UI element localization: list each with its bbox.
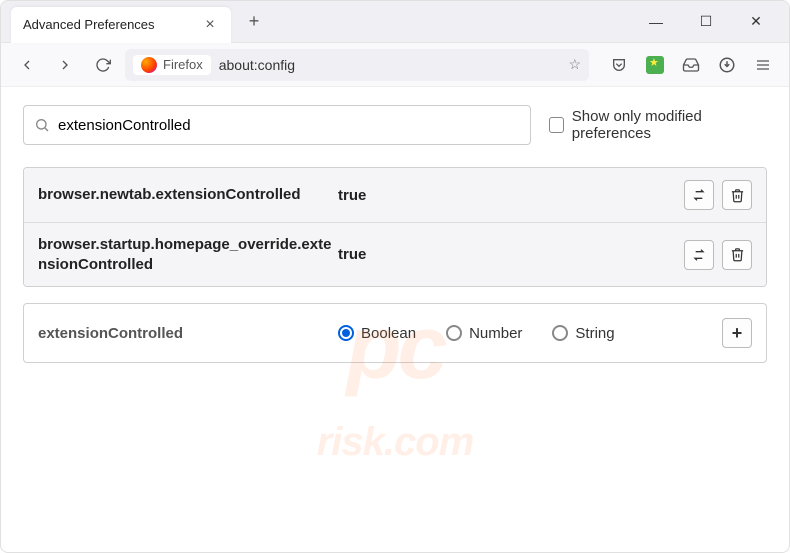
radio-string[interactable]: String (552, 325, 614, 342)
toggle-icon (691, 247, 707, 263)
trash-icon (730, 188, 745, 203)
download-icon (718, 56, 736, 74)
firefox-label: Firefox (163, 57, 203, 72)
preference-value: true (338, 246, 418, 263)
close-window-button[interactable]: ✕ (741, 7, 771, 37)
window-frame: Advanced Preferences × + — ☐ ✕ Firefox a… (0, 0, 790, 553)
menu-button[interactable] (747, 49, 779, 81)
navbar: Firefox about:config ☆ (1, 43, 789, 87)
type-radio-group: Boolean Number String (338, 325, 615, 342)
delete-button[interactable] (722, 180, 752, 210)
add-preference-button[interactable]: + (722, 318, 752, 348)
search-box[interactable] (23, 105, 531, 145)
search-input[interactable] (58, 117, 520, 134)
tab-title: Advanced Preferences (23, 17, 155, 32)
trash-icon (730, 247, 745, 262)
only-modified-label: Show only modified preferences (572, 108, 767, 142)
new-tab-button[interactable]: + (239, 7, 269, 37)
radio-icon (338, 325, 354, 341)
checkbox-icon (549, 117, 564, 133)
content-area: Show only modified preferences browser.n… (1, 87, 789, 381)
titlebar: Advanced Preferences × + — ☐ ✕ (1, 1, 789, 43)
pocket-button[interactable] (603, 49, 635, 81)
extension-icon (646, 56, 664, 74)
pocket-icon (611, 57, 627, 73)
close-tab-icon[interactable]: × (201, 16, 219, 34)
create-name: extensionControlled (38, 325, 338, 342)
forward-icon (57, 57, 73, 73)
delete-button[interactable] (722, 240, 752, 270)
minimize-icon: — (649, 14, 663, 30)
address-bar[interactable]: Firefox about:config ☆ (125, 49, 589, 81)
toggle-icon (691, 187, 707, 203)
create-add-wrap: + (722, 318, 752, 348)
back-icon (19, 57, 35, 73)
radio-icon (552, 325, 568, 341)
toggle-button[interactable] (684, 240, 714, 270)
maximize-icon: ☐ (700, 13, 713, 30)
plus-icon: + (732, 323, 743, 344)
inbox-icon (682, 56, 700, 74)
browser-tab[interactable]: Advanced Preferences × (11, 7, 231, 43)
reload-icon (95, 57, 111, 73)
preference-value: true (338, 187, 418, 204)
preference-actions (684, 240, 752, 270)
create-preference-row: extensionControlled Boolean Number Strin… (23, 303, 767, 363)
radio-label: Boolean (361, 325, 416, 342)
radio-label: Number (469, 325, 522, 342)
bookmark-star-icon[interactable]: ☆ (568, 56, 581, 73)
back-button[interactable] (11, 49, 43, 81)
maximize-button[interactable]: ☐ (691, 7, 721, 37)
url-text: about:config (219, 57, 295, 73)
radio-label: String (575, 325, 614, 342)
window-controls: — ☐ ✕ (641, 7, 789, 37)
minimize-button[interactable]: — (641, 7, 671, 37)
radio-icon (446, 325, 462, 341)
search-row: Show only modified preferences (23, 105, 767, 145)
toggle-button[interactable] (684, 180, 714, 210)
download-button[interactable] (711, 49, 743, 81)
firefox-logo-icon (141, 57, 157, 73)
only-modified-checkbox[interactable]: Show only modified preferences (549, 108, 767, 142)
extensions-button[interactable] (639, 49, 671, 81)
preference-actions (684, 180, 752, 210)
radio-number[interactable]: Number (446, 325, 522, 342)
preference-name: browser.startup.homepage_override.extens… (38, 235, 338, 274)
inbox-button[interactable] (675, 49, 707, 81)
preference-row: browser.newtab.extensionControlled true (24, 168, 766, 222)
reload-button[interactable] (87, 49, 119, 81)
plus-icon: + (249, 11, 260, 32)
close-icon: ✕ (750, 13, 762, 30)
preference-row: browser.startup.homepage_override.extens… (24, 222, 766, 286)
forward-button[interactable] (49, 49, 81, 81)
toolbar-icons (595, 49, 779, 81)
firefox-badge: Firefox (133, 55, 211, 75)
preferences-list: browser.newtab.extensionControlled true … (23, 167, 767, 287)
hamburger-icon (755, 57, 771, 73)
radio-boolean[interactable]: Boolean (338, 325, 416, 342)
preference-name: browser.newtab.extensionControlled (38, 185, 338, 205)
search-icon (34, 117, 50, 133)
